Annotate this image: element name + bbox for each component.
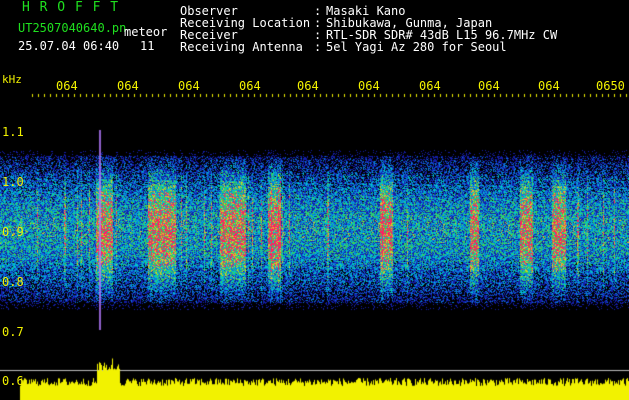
info-value-antenna: 5el Yagi Az 280 for Seoul [326, 40, 507, 54]
info-label-antenna: Receiving Antenna [180, 40, 303, 54]
x-tick-label: 064 [178, 79, 200, 93]
x-tick-label: 064 [538, 79, 560, 93]
y-tick-label: 1.0 [2, 175, 24, 189]
header-panel: H R O F F T UT2507040640.pn meteor 25.07… [0, 0, 629, 72]
x-tick-label: 0650 [596, 79, 625, 93]
x-tick-label: 064 [56, 79, 78, 93]
datetime-label: 25.07.04 06:40 [18, 39, 120, 53]
mode-label: meteor [124, 25, 168, 39]
x-tick-label: 064 [117, 79, 139, 93]
y-tick-label: 0.6 [2, 374, 24, 388]
y-tick-label: 0.7 [2, 325, 24, 339]
file-name: UT2507040640.pn [18, 21, 127, 35]
y-tick-label: 1.1 [2, 125, 24, 139]
x-tick-label: 064 [478, 79, 500, 93]
y-tick-label: 0.9 [2, 225, 24, 239]
x-tick-label: 064 [297, 79, 319, 93]
info-sep: : [314, 40, 322, 54]
app-title: H R O F F T [22, 0, 120, 15]
count-label: 11 [140, 39, 155, 53]
y-axis-unit: kHz [2, 73, 22, 86]
y-tick-label: 0.8 [2, 275, 24, 289]
x-tick-label: 064 [358, 79, 380, 93]
x-tick-label: 064 [239, 79, 261, 93]
x-tick-label: 064 [419, 79, 441, 93]
